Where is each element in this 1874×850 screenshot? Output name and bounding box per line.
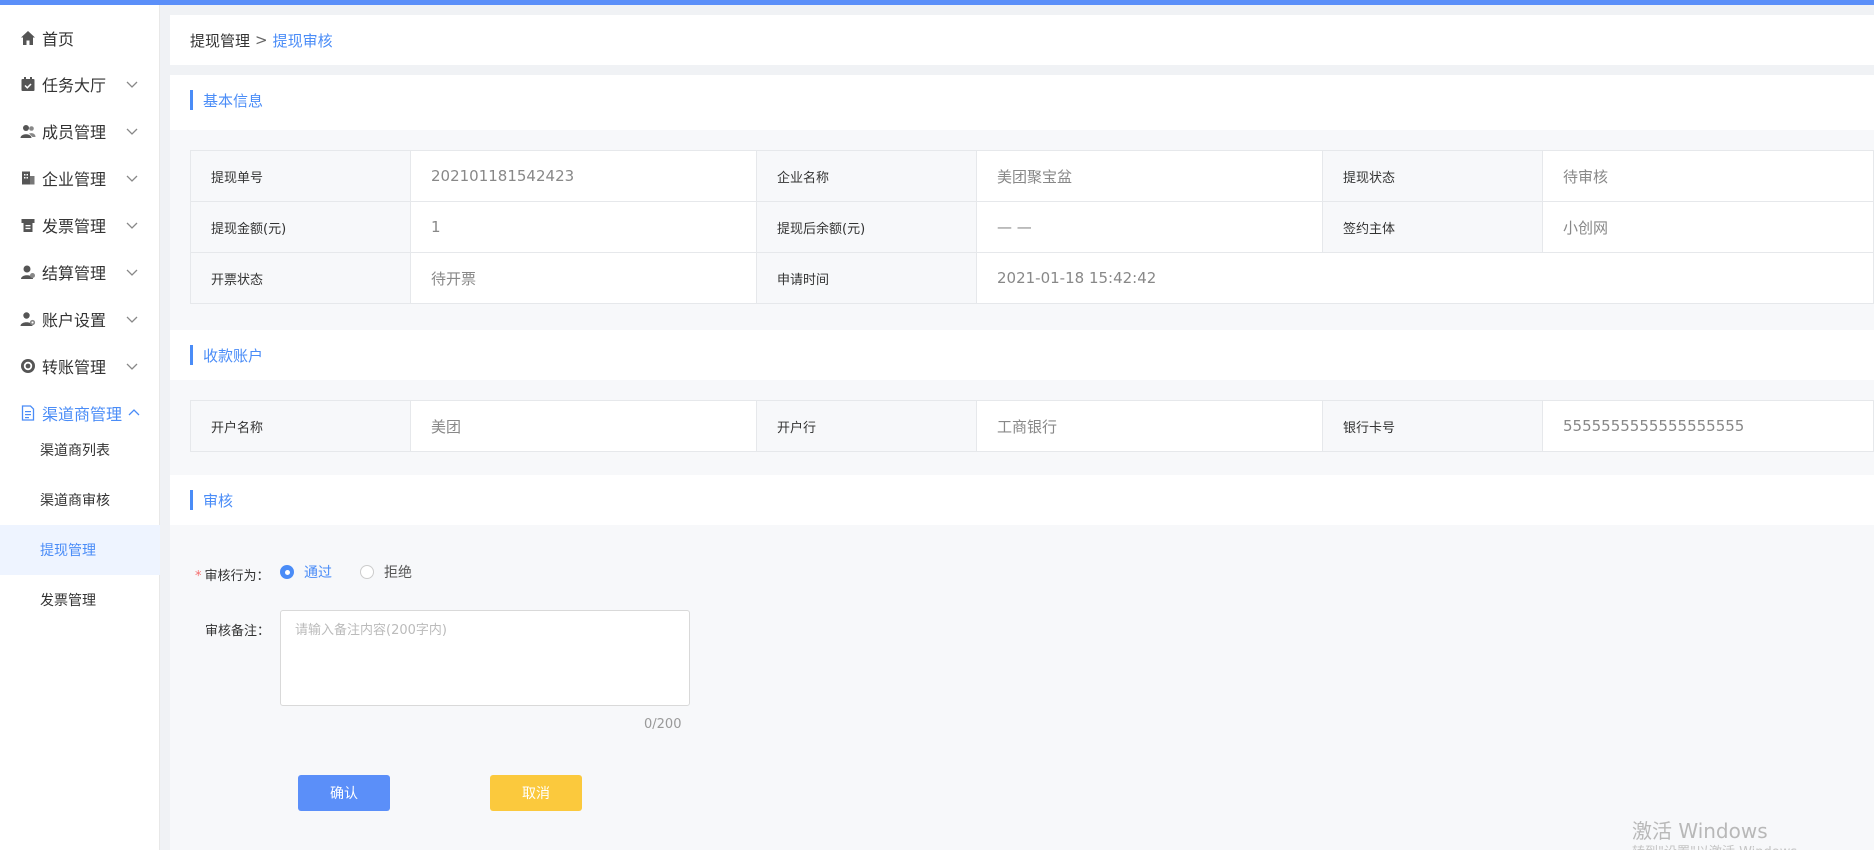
top-accent-bar	[0, 0, 1874, 5]
field-value: 美团聚宝盆	[976, 150, 1323, 202]
main-content: 提现管理 > 提现审核 基本信息 提现单号 202101181542423 企业…	[170, 15, 1874, 850]
sidebar-subitem-channel-review[interactable]: 渠道商审核	[0, 475, 160, 525]
sidebar-item-label: 转账管理	[42, 358, 107, 377]
field-label: 签约主体	[1322, 201, 1543, 253]
divider	[170, 65, 1874, 75]
radio-label: 拒绝	[384, 565, 412, 581]
field-value: 2021-01-18 15:42:42	[976, 252, 1874, 304]
section-marker	[190, 345, 193, 365]
windows-activation-hint: 转到"设置"以激活 Windows。	[1632, 841, 1810, 850]
field-label: 开户行	[756, 400, 977, 452]
sidebar-item-label: 发票管理	[42, 217, 107, 236]
radio-approve[interactable]: 通过	[280, 562, 332, 582]
char-counter: 0/200	[644, 717, 682, 732]
remark-textarea[interactable]	[280, 610, 690, 706]
document-icon	[20, 405, 36, 421]
chevron-down-icon	[126, 175, 138, 182]
table-row: 提现金额(元) 1 提现后余额(元) — — 签约主体 小创网	[190, 201, 1874, 253]
radio-reject[interactable]: 拒绝	[360, 562, 412, 582]
cancel-button[interactable]: 取消	[490, 775, 582, 811]
field-value: 202101181542423	[410, 150, 757, 202]
chevron-down-icon	[126, 363, 138, 370]
section-review: 审核	[170, 475, 1874, 525]
field-value: 美团	[410, 400, 757, 452]
sidebar-subitem-label: 渠道商审核	[40, 493, 110, 509]
confirm-button[interactable]: 确认	[298, 775, 390, 811]
review-remark-label: 审核备注：	[205, 624, 271, 639]
basic-info-panel: 提现单号 202101181542423 企业名称 美团聚宝盆 提现状态 待审核…	[170, 130, 1874, 330]
breadcrumb-separator: >	[255, 31, 268, 49]
sidebar-subitem-invoice[interactable]: 发票管理	[0, 575, 160, 625]
field-value: 小创网	[1542, 201, 1874, 253]
account-panel: 开户名称 美团 开户行 工商银行 银行卡号 555555555555555555…	[170, 380, 1874, 475]
chevron-down-icon	[126, 128, 138, 135]
section-title: 收款账户	[203, 346, 264, 365]
building-icon	[20, 170, 36, 186]
chevron-down-icon	[126, 316, 138, 323]
field-value: 1	[410, 201, 757, 253]
field-value: 5555555555555555555	[1542, 400, 1874, 452]
field-label: 提现单号	[190, 150, 411, 202]
section-title: 审核	[203, 491, 234, 510]
table-row: 开户名称 美团 开户行 工商银行 银行卡号 555555555555555555…	[190, 400, 1874, 452]
sidebar-subitem-label: 渠道商列表	[40, 443, 110, 459]
sidebar-subitem-withdraw[interactable]: 提现管理	[0, 525, 160, 575]
invoice-icon	[20, 217, 36, 233]
chevron-down-icon	[126, 222, 138, 229]
user-settings-icon	[20, 311, 36, 327]
chevron-down-icon	[126, 81, 138, 88]
transfer-icon	[20, 358, 36, 374]
radio-dot	[280, 565, 294, 579]
radio-label: 通过	[304, 565, 332, 581]
table-row: 提现单号 202101181542423 企业名称 美团聚宝盆 提现状态 待审核	[190, 150, 1874, 202]
breadcrumb-current: 提现审核	[272, 31, 333, 50]
chevron-up-icon	[128, 409, 140, 416]
settlement-icon	[20, 264, 36, 280]
sidebar-subitem-label: 提现管理	[40, 543, 96, 559]
field-label: 开户名称	[190, 400, 411, 452]
sidebar-subitem-label: 发票管理	[40, 593, 96, 609]
table-row: 开票状态 待开票 申请时间 2021-01-18 15:42:42	[190, 252, 1874, 304]
radio-dot	[360, 565, 374, 579]
field-label: 申请时间	[756, 252, 977, 304]
sidebar-item-label: 任务大厅	[42, 76, 107, 95]
section-account: 收款账户	[170, 330, 1874, 380]
home-icon	[20, 30, 36, 46]
calendar-icon	[20, 76, 36, 92]
windows-activation-watermark: 激活 Windows	[1632, 819, 1768, 843]
basic-info-table: 提现单号 202101181542423 企业名称 美团聚宝盆 提现状态 待审核…	[190, 150, 1874, 304]
section-marker	[190, 490, 193, 510]
chevron-down-icon	[126, 269, 138, 276]
field-value: 待审核	[1542, 150, 1874, 202]
breadcrumb-parent[interactable]: 提现管理	[190, 30, 250, 51]
field-value: — —	[976, 201, 1323, 253]
section-title: 基本信息	[203, 91, 264, 110]
sidebar-item-label: 结算管理	[42, 264, 107, 283]
field-label: 提现金额(元)	[190, 201, 411, 253]
required-mark: *	[195, 569, 202, 584]
sidebar-item-label: 首页	[42, 30, 75, 49]
field-label: 银行卡号	[1322, 400, 1543, 452]
sidebar: 首页 任务大厅 成员管理 企业管理 发票管理 结算管理 账户设置 转账管理 渠道…	[0, 5, 160, 850]
sidebar-item-label: 渠道商管理	[42, 405, 123, 424]
breadcrumb: 提现管理 > 提现审核	[170, 15, 1874, 65]
sidebar-item-label: 企业管理	[42, 170, 107, 189]
field-value: 待开票	[410, 252, 757, 304]
section-basic-info: 基本信息	[170, 75, 1874, 125]
sidebar-item-label: 账户设置	[42, 311, 107, 330]
users-icon	[20, 123, 36, 139]
field-value: 工商银行	[976, 400, 1323, 452]
field-label: 提现状态	[1322, 150, 1543, 202]
account-table: 开户名称 美团 开户行 工商银行 银行卡号 555555555555555555…	[190, 400, 1874, 452]
sidebar-item-label: 成员管理	[42, 123, 107, 142]
field-label: 企业名称	[756, 150, 977, 202]
field-label: 开票状态	[190, 252, 411, 304]
section-marker	[190, 90, 193, 110]
sidebar-subitem-channel-list[interactable]: 渠道商列表	[0, 425, 160, 475]
review-action-label: * 审核行为：	[195, 569, 270, 584]
field-label: 提现后余额(元)	[756, 201, 977, 253]
